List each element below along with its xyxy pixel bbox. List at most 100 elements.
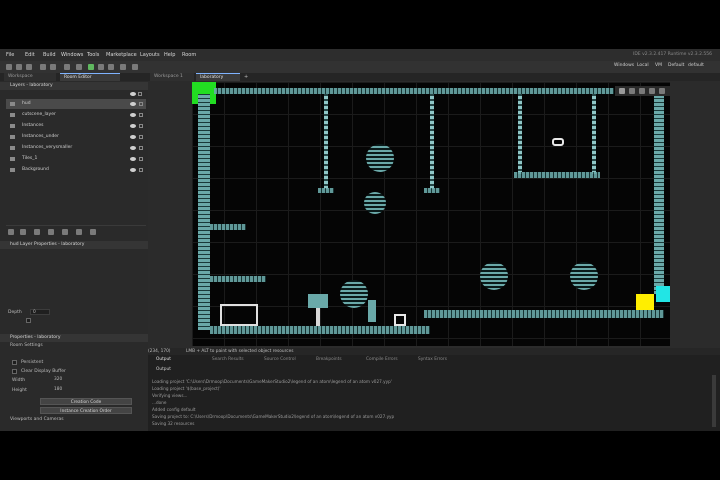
creation-code-button[interactable]: Creation Code xyxy=(40,398,132,405)
open-project-icon[interactable] xyxy=(16,64,22,70)
layer-item[interactable]: Tiles_1 xyxy=(6,154,146,164)
tab-syntax-errors[interactable]: Syntax Errors xyxy=(414,356,451,363)
menu-help[interactable]: Help xyxy=(164,52,175,58)
menu-layouts[interactable]: Layouts xyxy=(140,52,160,58)
zoom-reset-icon[interactable] xyxy=(649,88,655,94)
player-character[interactable] xyxy=(368,300,376,322)
layer-item[interactable]: hud xyxy=(6,99,146,109)
target-device[interactable]: default xyxy=(688,63,704,68)
undo-icon[interactable] xyxy=(40,64,46,70)
target-vm[interactable]: VM xyxy=(655,63,662,68)
menu-room[interactable]: Room xyxy=(182,52,196,58)
override-checkbox[interactable] xyxy=(26,318,31,323)
output-scrollbar[interactable] xyxy=(712,375,716,427)
key-icon[interactable] xyxy=(552,138,564,146)
menu-windows[interactable]: Windows xyxy=(61,52,83,58)
layer-item[interactable]: Background xyxy=(6,165,146,175)
tab-room-editor[interactable]: Room Editor xyxy=(60,73,120,81)
menu-file[interactable]: File xyxy=(6,52,14,58)
cyan-block[interactable] xyxy=(656,286,670,302)
all-visible-icon[interactable] xyxy=(130,92,136,96)
persistent-checkbox[interactable] xyxy=(12,360,17,365)
add-folder-icon[interactable] xyxy=(76,229,82,235)
all-lock-icon[interactable] xyxy=(138,92,142,96)
add-path-layer-icon[interactable] xyxy=(34,229,40,235)
target-local[interactable]: Local xyxy=(637,63,649,68)
tab-workspace[interactable]: Workspace xyxy=(4,73,56,81)
tab-search-results[interactable]: Search Results xyxy=(208,356,248,363)
clean-icon[interactable] xyxy=(76,64,82,70)
room-settings-label: Room Settings xyxy=(10,343,43,348)
room-canvas[interactable] xyxy=(192,82,670,346)
monitor-stand[interactable] xyxy=(308,294,328,308)
hanging-pole xyxy=(518,94,522,174)
add-instance-layer-icon[interactable] xyxy=(8,229,14,235)
lock-icon[interactable] xyxy=(139,102,143,106)
output-line: ...done xyxy=(152,400,167,405)
depth-field[interactable]: 0 xyxy=(30,309,50,315)
visibility-eye-icon[interactable] xyxy=(130,168,136,172)
settings-icon[interactable] xyxy=(132,64,138,70)
debug-icon[interactable] xyxy=(64,64,70,70)
layer-item[interactable]: cutscene_layer xyxy=(6,110,146,120)
lock-icon[interactable] xyxy=(139,113,143,117)
grid-toggle-icon[interactable] xyxy=(619,88,625,94)
menu-edit[interactable]: Edit xyxy=(25,52,35,58)
visibility-eye-icon[interactable] xyxy=(130,113,136,117)
width-label: Width xyxy=(12,378,26,383)
add-tab-icon[interactable]: + xyxy=(244,74,248,80)
visibility-eye-icon[interactable] xyxy=(130,124,136,128)
lock-icon[interactable] xyxy=(139,135,143,139)
layer-type-icon xyxy=(10,168,15,172)
viewports-section[interactable]: Viewports and Cameras xyxy=(10,417,64,422)
menu-marketplace[interactable]: Marketplace xyxy=(106,52,137,58)
save-icon[interactable] xyxy=(26,64,32,70)
stop-icon[interactable] xyxy=(108,64,114,70)
layer-tools xyxy=(6,225,146,235)
computer-terminal[interactable] xyxy=(394,314,406,326)
yellow-block[interactable] xyxy=(636,294,654,310)
instance-creation-order-button[interactable]: Instance Creation Order xyxy=(40,407,132,414)
run-icon[interactable] xyxy=(88,64,94,70)
layer-item[interactable]: Instances xyxy=(6,121,146,131)
delete-layer-icon[interactable] xyxy=(90,229,96,235)
layers-list-top xyxy=(0,91,148,97)
width-field[interactable]: 320 xyxy=(52,377,78,383)
visibility-eye-icon[interactable] xyxy=(130,157,136,161)
debug-run-icon[interactable] xyxy=(98,64,104,70)
height-field[interactable]: 180 xyxy=(52,387,78,393)
lock-icon[interactable] xyxy=(139,168,143,172)
height-label: Height xyxy=(12,388,27,393)
menu-build[interactable]: Build xyxy=(43,52,56,58)
visibility-eye-icon[interactable] xyxy=(130,102,136,106)
lock-icon[interactable] xyxy=(139,124,143,128)
target-config[interactable]: Default xyxy=(668,63,684,68)
lock-icon[interactable] xyxy=(139,146,143,150)
depth-label: Depth xyxy=(8,310,22,315)
lab-table[interactable] xyxy=(220,304,258,326)
clear-display-checkbox[interactable] xyxy=(12,369,17,374)
tab-workspace-1[interactable]: Workspace 1 xyxy=(150,73,194,81)
package-icon[interactable] xyxy=(120,64,126,70)
target-platform[interactable]: Windows xyxy=(614,63,634,68)
zoom-in-icon[interactable] xyxy=(629,88,635,94)
add-asset-layer-icon[interactable] xyxy=(48,229,54,235)
redo-icon[interactable] xyxy=(50,64,56,70)
menu-tools[interactable]: Tools xyxy=(87,52,99,58)
visibility-eye-icon[interactable] xyxy=(130,135,136,139)
lock-icon[interactable] xyxy=(139,157,143,161)
visibility-eye-icon[interactable] xyxy=(130,146,136,150)
layer-item[interactable]: Instances_verysmaller xyxy=(6,143,146,153)
add-background-layer-icon[interactable] xyxy=(62,229,68,235)
tab-output[interactable]: Output xyxy=(152,356,175,363)
tab-laboratory[interactable]: laboratory xyxy=(196,73,240,81)
add-tile-layer-icon[interactable] xyxy=(20,229,26,235)
tab-breakpoints[interactable]: Breakpoints xyxy=(312,356,346,363)
center-view-icon[interactable] xyxy=(659,88,665,94)
tab-source-control[interactable]: Source Control xyxy=(260,356,300,363)
tab-compile-errors[interactable]: Compile Errors xyxy=(362,356,402,363)
layer-item[interactable]: Instances_under xyxy=(6,132,146,142)
zoom-out-icon[interactable] xyxy=(639,88,645,94)
new-project-icon[interactable] xyxy=(6,64,12,70)
menu-bar: File Edit Build Windows Tools Marketplac… xyxy=(0,49,720,61)
